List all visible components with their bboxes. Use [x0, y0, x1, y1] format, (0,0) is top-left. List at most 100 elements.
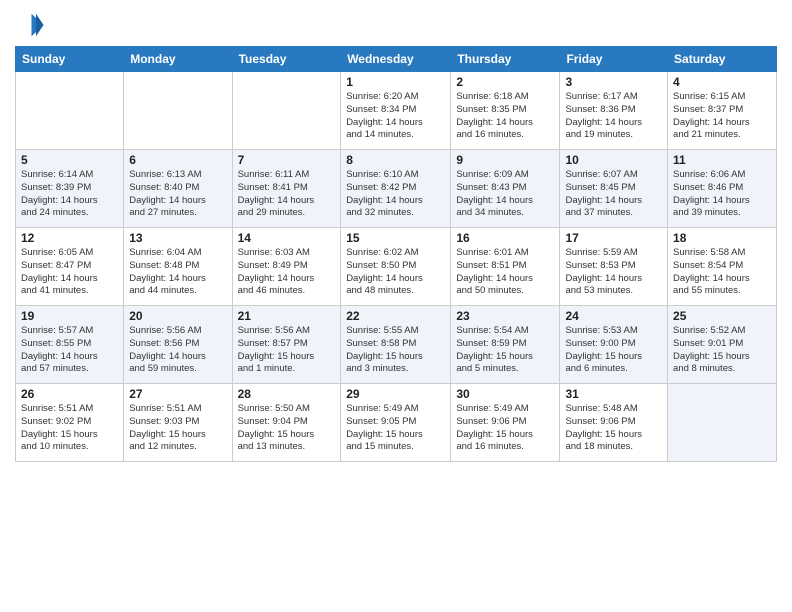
- calendar: SundayMondayTuesdayWednesdayThursdayFrid…: [15, 46, 777, 462]
- day-info: Sunrise: 6:11 AM Sunset: 8:41 PM Dayligh…: [238, 169, 336, 220]
- weekday-header-thursday: Thursday: [451, 47, 560, 72]
- logo-icon: [15, 10, 45, 40]
- day-info: Sunrise: 5:49 AM Sunset: 9:06 PM Dayligh…: [456, 403, 554, 454]
- calendar-cell: [668, 384, 777, 462]
- day-info: Sunrise: 5:48 AM Sunset: 9:06 PM Dayligh…: [565, 403, 662, 454]
- calendar-cell: 31 Sunrise: 5:48 AM Sunset: 9:06 PM Dayli…: [560, 384, 668, 462]
- day-info: Sunrise: 6:05 AM Sunset: 8:47 PM Dayligh…: [21, 247, 118, 298]
- weekday-header-row: SundayMondayTuesdayWednesdayThursdayFrid…: [16, 47, 777, 72]
- day-number: 24: [565, 309, 662, 323]
- day-number: 10: [565, 153, 662, 167]
- calendar-cell: 23 Sunrise: 5:54 AM Sunset: 8:59 PM Dayli…: [451, 306, 560, 384]
- day-info: Sunrise: 5:51 AM Sunset: 9:02 PM Dayligh…: [21, 403, 118, 454]
- day-number: 14: [238, 231, 336, 245]
- calendar-cell: 7 Sunrise: 6:11 AM Sunset: 8:41 PM Daylig…: [232, 150, 341, 228]
- day-number: 6: [129, 153, 226, 167]
- calendar-cell: 22 Sunrise: 5:55 AM Sunset: 8:58 PM Dayli…: [341, 306, 451, 384]
- calendar-cell: 11Sunrise: 6:06 AM Sunset: 8:46 PM Dayli…: [668, 150, 777, 228]
- day-number: 7: [238, 153, 336, 167]
- day-number: 4: [673, 75, 771, 89]
- day-number: 21: [238, 309, 336, 323]
- day-info: Sunrise: 5:58 AM Sunset: 8:54 PM Dayligh…: [673, 247, 771, 298]
- logo: [15, 10, 49, 40]
- day-number: 30: [456, 387, 554, 401]
- day-info: Sunrise: 6:14 AM Sunset: 8:39 PM Dayligh…: [21, 169, 118, 220]
- day-info: Sunrise: 5:56 AM Sunset: 8:57 PM Dayligh…: [238, 325, 336, 376]
- day-number: 22: [346, 309, 445, 323]
- day-number: 1: [346, 75, 445, 89]
- day-number: 20: [129, 309, 226, 323]
- calendar-cell: 27 Sunrise: 5:51 AM Sunset: 9:03 PM Dayli…: [124, 384, 232, 462]
- day-number: 9: [456, 153, 554, 167]
- weekday-header-monday: Monday: [124, 47, 232, 72]
- calendar-cell: 14Sunrise: 6:03 AM Sunset: 8:49 PM Dayli…: [232, 228, 341, 306]
- day-info: Sunrise: 6:10 AM Sunset: 8:42 PM Dayligh…: [346, 169, 445, 220]
- day-info: Sunrise: 5:51 AM Sunset: 9:03 PM Dayligh…: [129, 403, 226, 454]
- page: SundayMondayTuesdayWednesdayThursdayFrid…: [0, 0, 792, 612]
- day-number: 3: [565, 75, 662, 89]
- calendar-cell: 24 Sunrise: 5:53 AM Sunset: 9:00 PM Dayli…: [560, 306, 668, 384]
- calendar-cell: 25Sunrise: 5:52 AM Sunset: 9:01 PM Dayli…: [668, 306, 777, 384]
- calendar-cell: 26Sunrise: 5:51 AM Sunset: 9:02 PM Dayli…: [16, 384, 124, 462]
- calendar-cell: 12Sunrise: 6:05 AM Sunset: 8:47 PM Dayli…: [16, 228, 124, 306]
- calendar-cell: 18 Sunrise: 5:58 AM Sunset: 8:54 PM Dayli…: [668, 228, 777, 306]
- calendar-cell: 6 Sunrise: 6:13 AM Sunset: 8:40 PM Daylig…: [124, 150, 232, 228]
- day-info: Sunrise: 6:20 AM Sunset: 8:34 PM Dayligh…: [346, 91, 445, 142]
- day-info: Sunrise: 6:02 AM Sunset: 8:50 PM Dayligh…: [346, 247, 445, 298]
- day-number: 13: [129, 231, 226, 245]
- day-info: Sunrise: 5:55 AM Sunset: 8:58 PM Dayligh…: [346, 325, 445, 376]
- day-info: Sunrise: 6:07 AM Sunset: 8:45 PM Dayligh…: [565, 169, 662, 220]
- day-info: Sunrise: 5:50 AM Sunset: 9:04 PM Dayligh…: [238, 403, 336, 454]
- day-number: 15: [346, 231, 445, 245]
- calendar-cell: [124, 72, 232, 150]
- day-info: Sunrise: 6:18 AM Sunset: 8:35 PM Dayligh…: [456, 91, 554, 142]
- day-info: Sunrise: 6:15 AM Sunset: 8:37 PM Dayligh…: [673, 91, 771, 142]
- calendar-cell: 9 Sunrise: 6:09 AM Sunset: 8:43 PM Daylig…: [451, 150, 560, 228]
- calendar-cell: 10 Sunrise: 6:07 AM Sunset: 8:45 PM Dayli…: [560, 150, 668, 228]
- calendar-cell: 5Sunrise: 6:14 AM Sunset: 8:39 PM Daylig…: [16, 150, 124, 228]
- calendar-cell: 28 Sunrise: 5:50 AM Sunset: 9:04 PM Dayli…: [232, 384, 341, 462]
- calendar-cell: 29 Sunrise: 5:49 AM Sunset: 9:05 PM Dayli…: [341, 384, 451, 462]
- day-number: 28: [238, 387, 336, 401]
- calendar-cell: 20 Sunrise: 5:56 AM Sunset: 8:56 PM Dayli…: [124, 306, 232, 384]
- calendar-cell: 17 Sunrise: 5:59 AM Sunset: 8:53 PM Dayli…: [560, 228, 668, 306]
- day-number: 31: [565, 387, 662, 401]
- day-number: 23: [456, 309, 554, 323]
- calendar-cell: 1 Sunrise: 6:20 AM Sunset: 8:34 PM Daylig…: [341, 72, 451, 150]
- weekday-header-tuesday: Tuesday: [232, 47, 341, 72]
- calendar-cell: 4 Sunrise: 6:15 AM Sunset: 8:37 PM Daylig…: [668, 72, 777, 150]
- day-info: Sunrise: 5:53 AM Sunset: 9:00 PM Dayligh…: [565, 325, 662, 376]
- day-info: Sunrise: 6:13 AM Sunset: 8:40 PM Dayligh…: [129, 169, 226, 220]
- day-info: Sunrise: 5:56 AM Sunset: 8:56 PM Dayligh…: [129, 325, 226, 376]
- day-number: 18: [673, 231, 771, 245]
- calendar-week-3: 12Sunrise: 6:05 AM Sunset: 8:47 PM Dayli…: [16, 228, 777, 306]
- calendar-cell: 8Sunrise: 6:10 AM Sunset: 8:42 PM Daylig…: [341, 150, 451, 228]
- calendar-cell: 3 Sunrise: 6:17 AM Sunset: 8:36 PM Daylig…: [560, 72, 668, 150]
- day-number: 29: [346, 387, 445, 401]
- day-info: Sunrise: 5:59 AM Sunset: 8:53 PM Dayligh…: [565, 247, 662, 298]
- day-info: Sunrise: 5:54 AM Sunset: 8:59 PM Dayligh…: [456, 325, 554, 376]
- day-info: Sunrise: 6:04 AM Sunset: 8:48 PM Dayligh…: [129, 247, 226, 298]
- day-number: 19: [21, 309, 118, 323]
- day-number: 2: [456, 75, 554, 89]
- calendar-cell: 21 Sunrise: 5:56 AM Sunset: 8:57 PM Dayli…: [232, 306, 341, 384]
- calendar-cell: 13 Sunrise: 6:04 AM Sunset: 8:48 PM Dayli…: [124, 228, 232, 306]
- weekday-header-sunday: Sunday: [16, 47, 124, 72]
- day-number: 16: [456, 231, 554, 245]
- weekday-header-friday: Friday: [560, 47, 668, 72]
- calendar-cell: 30 Sunrise: 5:49 AM Sunset: 9:06 PM Dayli…: [451, 384, 560, 462]
- calendar-cell: [232, 72, 341, 150]
- day-info: Sunrise: 5:49 AM Sunset: 9:05 PM Dayligh…: [346, 403, 445, 454]
- day-number: 25: [673, 309, 771, 323]
- day-info: Sunrise: 6:17 AM Sunset: 8:36 PM Dayligh…: [565, 91, 662, 142]
- day-info: Sunrise: 6:01 AM Sunset: 8:51 PM Dayligh…: [456, 247, 554, 298]
- day-number: 17: [565, 231, 662, 245]
- day-info: Sunrise: 6:09 AM Sunset: 8:43 PM Dayligh…: [456, 169, 554, 220]
- calendar-cell: 16 Sunrise: 6:01 AM Sunset: 8:51 PM Dayli…: [451, 228, 560, 306]
- calendar-cell: 19Sunrise: 5:57 AM Sunset: 8:55 PM Dayli…: [16, 306, 124, 384]
- weekday-header-saturday: Saturday: [668, 47, 777, 72]
- day-number: 27: [129, 387, 226, 401]
- weekday-header-wednesday: Wednesday: [341, 47, 451, 72]
- calendar-cell: [16, 72, 124, 150]
- calendar-cell: 15 Sunrise: 6:02 AM Sunset: 8:50 PM Dayli…: [341, 228, 451, 306]
